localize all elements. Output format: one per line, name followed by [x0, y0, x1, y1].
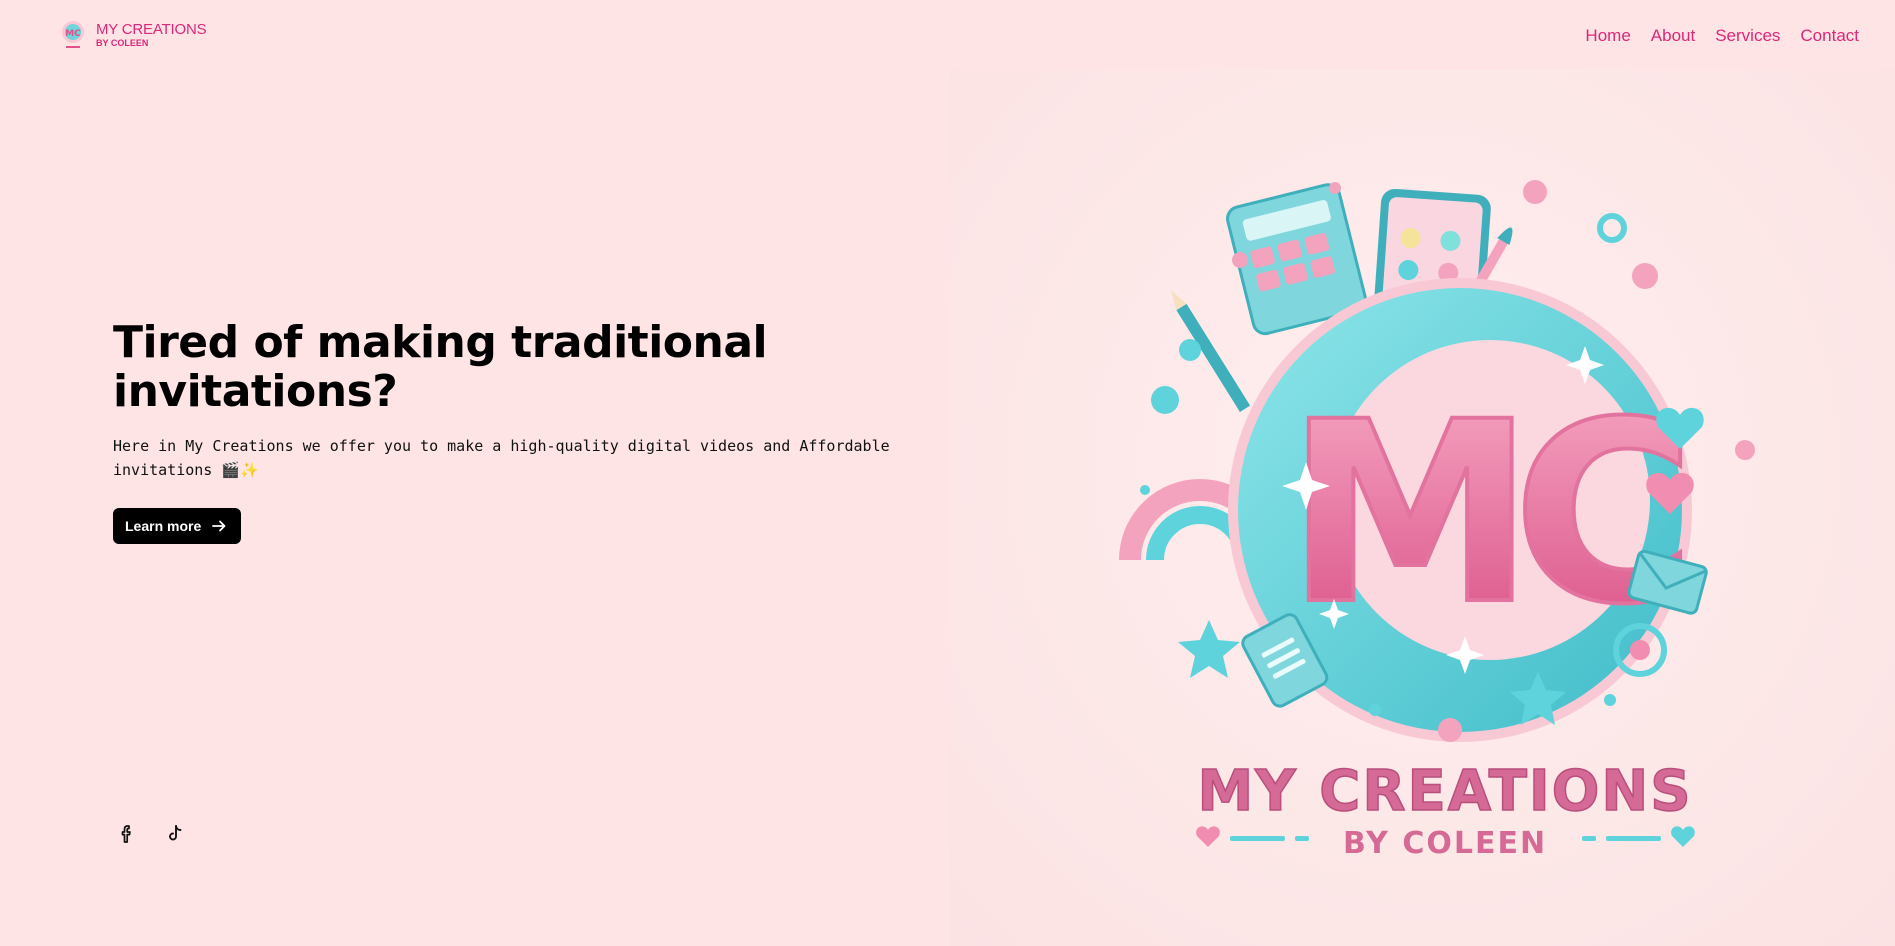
arrow-right-icon	[212, 520, 226, 532]
hero-heading: Tired of making traditional invitations?	[113, 318, 933, 416]
page: MC MY CREATIONS BY COLEEN Home About Ser…	[0, 0, 1895, 946]
pencil-icon	[1170, 290, 1251, 412]
hero-heading-line1: Tired of making traditional	[113, 317, 768, 368]
main-nav: Home About Services Contact	[1585, 26, 1859, 46]
social-links	[115, 822, 187, 846]
hero-heading-line2: invitations?	[113, 366, 398, 417]
artwork-title: MY CREATIONS	[1197, 759, 1692, 824]
artwork-subtitle-row: BY COLEEN	[1196, 826, 1695, 861]
brand-logo[interactable]: MC MY CREATIONS BY COLEEN	[58, 18, 207, 52]
learn-more-button[interactable]: Learn more	[113, 508, 242, 544]
hero-emojis: 🎬✨	[221, 461, 259, 479]
hero-description: Here in My Creations we offer you to mak…	[113, 434, 903, 482]
svg-text:MC: MC	[65, 29, 81, 39]
nav-contact[interactable]: Contact	[1800, 26, 1859, 46]
tiktok-icon[interactable]	[163, 822, 187, 846]
hero-artwork: MC MY CREATIONS BY COLEEN	[950, 70, 1895, 946]
brand-title: MY CREATIONS	[96, 21, 207, 38]
nav-about[interactable]: About	[1651, 26, 1695, 46]
facebook-icon[interactable]	[115, 822, 139, 846]
artwork-subtitle: BY COLEEN	[1343, 826, 1547, 861]
nav-services[interactable]: Services	[1715, 26, 1780, 46]
artwork-illustration: MC MY CREATIONS BY COLEEN	[1119, 180, 1755, 861]
brand-subtitle: BY COLEEN	[96, 38, 149, 48]
learn-more-label: Learn more	[125, 518, 202, 534]
nav-home[interactable]: Home	[1585, 26, 1630, 46]
hero-section: Tired of making traditional invitations?…	[113, 318, 933, 544]
brand-logo-icon: MC	[62, 21, 84, 48]
